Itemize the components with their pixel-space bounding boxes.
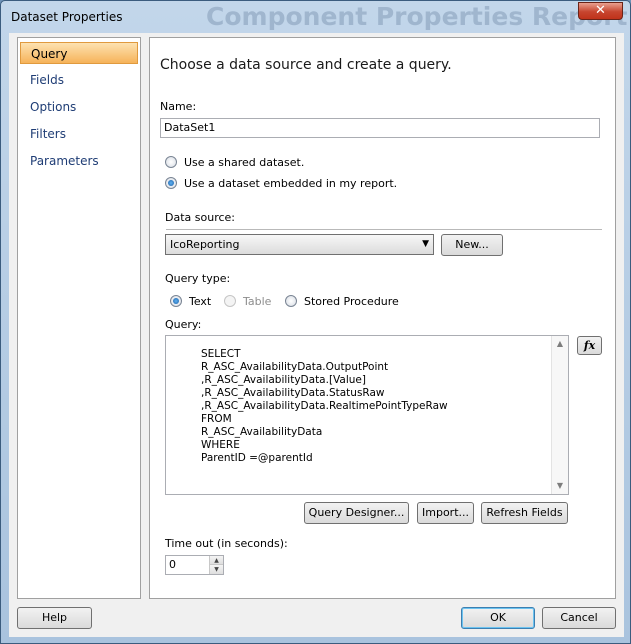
- page-heading: Choose a data source and create a query.: [160, 57, 452, 73]
- refresh-fields-button[interactable]: Refresh Fields: [481, 502, 568, 524]
- query-type-table-radio: [224, 295, 236, 307]
- query-scrollbar[interactable]: ▲ ▼: [551, 336, 568, 494]
- name-label: Name:: [160, 100, 197, 113]
- timeout-stepper[interactable]: 0 ▲ ▼: [165, 555, 224, 575]
- embedded-dataset-label: Use a dataset embedded in my report.: [184, 176, 398, 190]
- new-data-source-button[interactable]: New...: [441, 234, 503, 256]
- spin-up-icon[interactable]: ▲: [210, 556, 223, 565]
- timeout-value: 0: [169, 558, 176, 571]
- import-button[interactable]: Import...: [417, 502, 474, 524]
- query-page: Choose a data source and create a query.…: [149, 37, 616, 599]
- query-type-text-radio[interactable]: [170, 295, 182, 307]
- spin-down-icon[interactable]: ▼: [210, 565, 223, 574]
- shared-dataset-label: Use a shared dataset.: [184, 155, 305, 169]
- nav-item-query[interactable]: Query: [20, 42, 138, 64]
- dataset-properties-dialog: Component Properties Report Dataset Prop…: [0, 0, 631, 644]
- query-label: Query:: [165, 318, 202, 331]
- query-type-stored-procedure-option[interactable]: Stored Procedure: [285, 293, 399, 309]
- timeout-label: Time out (in seconds):: [165, 537, 288, 550]
- data-source-dropdown[interactable]: IcoReporting ▼: [165, 234, 434, 255]
- scroll-down-icon[interactable]: ▼: [552, 478, 568, 494]
- data-source-label: Data source:: [165, 211, 235, 224]
- query-text: SELECT R_ASC_AvailabilityData.OutputPoin…: [201, 348, 448, 464]
- query-type-table-label: Table: [243, 294, 272, 308]
- nav-item-options[interactable]: Options: [20, 96, 138, 118]
- scroll-up-icon[interactable]: ▲: [552, 336, 568, 352]
- query-type-stored-procedure-label: Stored Procedure: [304, 294, 399, 308]
- embedded-dataset-radio[interactable]: [165, 177, 177, 189]
- timeout-spin-buttons: ▲ ▼: [209, 556, 223, 574]
- chevron-down-icon: ▼: [422, 239, 429, 249]
- query-type-label: Query type:: [165, 272, 231, 285]
- query-type-table-option: Table: [224, 293, 271, 309]
- nav-item-fields[interactable]: Fields: [20, 69, 138, 91]
- cancel-button[interactable]: Cancel: [542, 607, 616, 629]
- query-textarea[interactable]: SELECT R_ASC_AvailabilityData.OutputPoin…: [165, 335, 569, 495]
- close-icon[interactable]: ✕: [578, 2, 623, 20]
- shared-dataset-radio[interactable]: [165, 156, 177, 168]
- dialog-client-area: Query Fields Options Filters Parameters …: [9, 33, 624, 637]
- help-button[interactable]: Help: [17, 607, 92, 629]
- nav-item-parameters[interactable]: Parameters: [20, 150, 138, 172]
- data-source-value: IcoReporting: [170, 238, 240, 251]
- title-bar[interactable]: Component Properties Report Dataset Prop…: [1, 1, 630, 33]
- name-input[interactable]: DataSet1: [160, 118, 600, 138]
- query-type-stored-procedure-radio[interactable]: [285, 295, 297, 307]
- ok-button[interactable]: OK: [461, 607, 535, 629]
- query-designer-button[interactable]: Query Designer...: [304, 502, 409, 524]
- shared-dataset-option[interactable]: Use a shared dataset.: [165, 154, 304, 170]
- background-window-title: Component Properties Report: [206, 2, 628, 31]
- nav-item-filters[interactable]: Filters: [20, 123, 138, 145]
- window-title: Dataset Properties: [11, 10, 123, 24]
- section-divider: [166, 229, 602, 230]
- embedded-dataset-option[interactable]: Use a dataset embedded in my report.: [165, 175, 397, 191]
- query-type-text-label: Text: [189, 294, 212, 308]
- nav-panel: Query Fields Options Filters Parameters: [17, 37, 141, 599]
- expression-fx-button[interactable]: fx: [577, 336, 602, 355]
- query-type-text-option[interactable]: Text: [170, 293, 211, 309]
